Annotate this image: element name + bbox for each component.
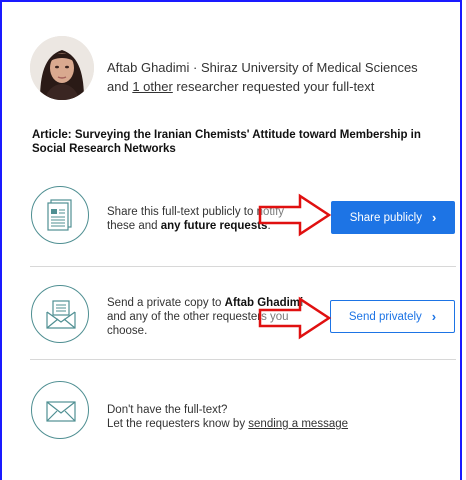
article-title: Article: Surveying the Iranian Chemists'…	[32, 128, 452, 156]
share-publicly-button[interactable]: Share publicly ›	[331, 201, 455, 234]
send-private-line1-prefix: Send a private copy to	[107, 297, 225, 309]
share-publicly-label: Share publicly	[349, 211, 422, 224]
send-privately-label: Send privately	[348, 310, 422, 323]
request-text: Aftab Ghadimi · Shiraz University of Med…	[107, 58, 427, 96]
annotation-arrow-icon	[258, 296, 332, 340]
article-title-text[interactable]: Surveying the Iranian Chemists' Attitude…	[32, 129, 421, 155]
request-line2-prefix: and	[107, 79, 133, 94]
message-line2-prefix: Let the requesters know by	[107, 418, 249, 430]
requester-name[interactable]: Aftab Ghadimi	[107, 60, 189, 75]
envelope-document-icon	[31, 285, 89, 343]
chevron-right-icon: ›	[431, 210, 437, 225]
share-public-line2-bold: any future requests	[160, 220, 268, 232]
chevron-right-icon: ›	[431, 309, 437, 324]
send-privately-button[interactable]: Send privately ›	[330, 300, 455, 333]
envelope-icon	[31, 381, 89, 439]
send-private-line3: choose.	[107, 325, 148, 337]
divider	[30, 359, 456, 360]
message-line1: Don't have the full-text?	[107, 404, 228, 416]
divider	[30, 266, 456, 267]
annotation-arrow-icon	[258, 193, 332, 237]
send-message-link[interactable]: sending a message	[248, 418, 348, 430]
message-description: Don't have the full-text? Let the reques…	[107, 403, 348, 431]
request-line2-suffix: researcher requested your full-text	[172, 79, 375, 94]
article-label: Article:	[32, 129, 72, 141]
requester-institution[interactable]: Shiraz University of Medical Sciences	[201, 60, 418, 75]
document-chart-icon	[31, 186, 89, 244]
share-public-line2-prefix: these and	[107, 220, 161, 232]
avatar[interactable]	[30, 36, 94, 100]
other-requesters-link[interactable]: 1 other	[132, 79, 172, 94]
requester-separator: ·	[189, 60, 201, 75]
